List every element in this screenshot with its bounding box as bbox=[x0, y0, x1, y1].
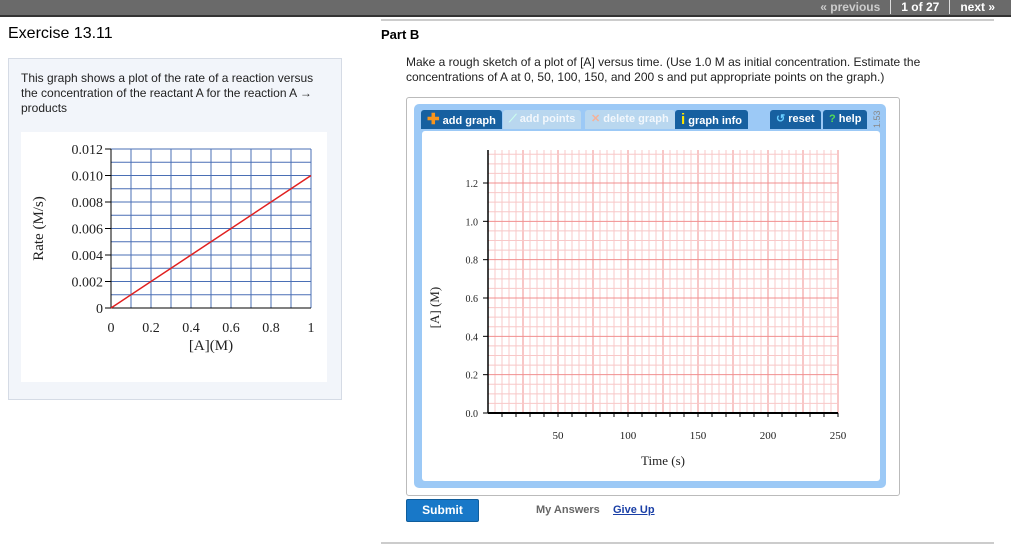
x-tick-label: 0.2 bbox=[142, 321, 160, 336]
y-tick-label: 1.0 bbox=[466, 217, 479, 228]
version-label: 1.53 bbox=[872, 110, 882, 128]
y-tick-label: 0.010 bbox=[72, 170, 104, 185]
concentration-time-chart[interactable]: 50 100 150 200 250 0.0 0.2 0.4 0.6 0.8 1.0 1.2 Time … bbox=[422, 131, 880, 481]
y-tick-label: 0.8 bbox=[466, 256, 479, 267]
y-tick-label: 0.008 bbox=[72, 196, 104, 211]
my-answers-label: My Answers bbox=[536, 504, 600, 516]
help-button[interactable]: ? help bbox=[823, 110, 868, 129]
x-tick-label: 0.8 bbox=[262, 321, 280, 336]
graph-canvas-area[interactable]: 50 100 150 200 250 0.0 0.2 0.4 0.6 0.8 1.0 1.2 Time … bbox=[422, 131, 880, 481]
x-tick-label: 0.6 bbox=[222, 321, 240, 336]
x-tick-label: 0.4 bbox=[182, 321, 200, 336]
points-icon: ⟋ bbox=[509, 113, 517, 125]
y-axis-label: Rate (M/s) bbox=[31, 196, 47, 261]
y-axis-label: [A] (M) bbox=[427, 287, 442, 329]
add-graph-button[interactable]: ✚ add graph bbox=[421, 110, 502, 129]
x-tick-label: 50 bbox=[553, 430, 565, 442]
rate-chart: 0 0.002 0.004 0.006 0.008 0.010 0.012 0 0.2 0.4 0.… bbox=[21, 132, 327, 382]
graph-info-button[interactable]: i graph info bbox=[675, 110, 749, 129]
help-icon: ? bbox=[829, 113, 836, 125]
x-axis-label: Time (s) bbox=[641, 453, 685, 468]
part-prompt: Make a rough sketch of a plot of [A] ver… bbox=[406, 55, 921, 84]
x-axis-label: [A](M) bbox=[189, 338, 233, 354]
plus-icon: ✚ bbox=[427, 111, 440, 128]
divider bbox=[381, 19, 994, 21]
y-tick-label: 0.0 bbox=[466, 409, 479, 420]
top-bar: « previous 1 of 27 next » bbox=[0, 0, 1011, 17]
y-tick-label: 0.2 bbox=[466, 371, 479, 382]
x-tick-label: 0 bbox=[108, 321, 115, 336]
y-tick-label: 0 bbox=[96, 302, 103, 317]
x-tick-label: 100 bbox=[620, 430, 637, 442]
exercise-title: Exercise 13.11 bbox=[8, 25, 113, 42]
reset-button[interactable]: ↺ reset bbox=[770, 110, 821, 129]
question-position: 1 of 27 bbox=[890, 0, 950, 14]
x-tick-label: 150 bbox=[690, 430, 707, 442]
reset-icon: ↺ bbox=[776, 113, 786, 125]
y-tick-label: 0.004 bbox=[72, 249, 104, 264]
delete-graph-button[interactable]: ✕ delete graph bbox=[585, 110, 675, 129]
next-link[interactable]: next » bbox=[949, 0, 1005, 14]
x-tick-label: 1 bbox=[308, 321, 315, 336]
graph-description: This graph shows a plot of the rate of a… bbox=[21, 71, 314, 115]
x-tick-label: 200 bbox=[760, 430, 777, 442]
y-tick-label: 0.006 bbox=[72, 223, 104, 238]
y-tick-label: 0.6 bbox=[466, 294, 479, 305]
part-title: Part B bbox=[381, 27, 420, 42]
add-points-button[interactable]: ⟋ add points bbox=[503, 110, 582, 129]
y-tick-label: 0.002 bbox=[72, 276, 104, 291]
info-icon: i bbox=[681, 111, 686, 128]
question-nav: « previous 1 of 27 next » bbox=[810, 0, 1005, 14]
divider bbox=[381, 542, 994, 544]
give-up-link[interactable]: Give Up bbox=[613, 504, 655, 516]
submit-button[interactable]: Submit bbox=[406, 499, 479, 522]
y-tick-label: 0.012 bbox=[72, 143, 104, 158]
y-tick-label: 1.2 bbox=[466, 179, 479, 190]
previous-link[interactable]: « previous bbox=[810, 0, 890, 14]
x-icon: ✕ bbox=[591, 113, 601, 125]
chart-background bbox=[21, 132, 327, 382]
y-tick-label: 0.4 bbox=[466, 332, 479, 343]
info-panel: This graph shows a plot of the rate of a… bbox=[8, 58, 342, 400]
x-tick-label: 250 bbox=[830, 430, 847, 442]
